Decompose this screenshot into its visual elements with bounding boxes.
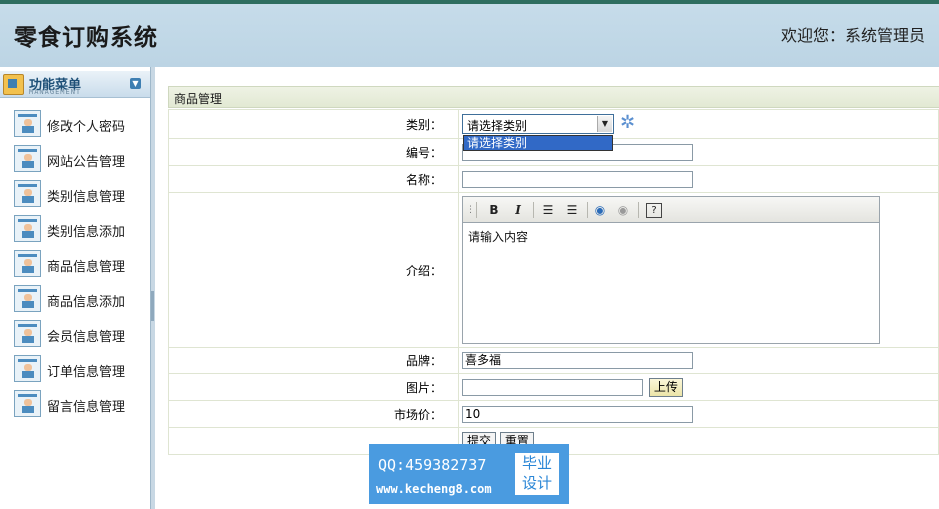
brand-label: 品牌： <box>168 347 459 374</box>
sidebar: 功能菜单 MANAGEMENT ▼ 修改个人密码 网站公告管理 类别信息管理 类… <box>0 67 150 509</box>
sidebar-item-change-password[interactable]: 修改个人密码 <box>14 110 144 140</box>
user-icon <box>14 390 41 417</box>
form-row-price: 市场价： 10 <box>168 400 939 428</box>
watermark-badge-line2: 设计 <box>521 474 552 492</box>
form-row-brand: 品牌： 喜多福 <box>168 347 939 374</box>
menu-header[interactable]: 功能菜单 MANAGEMENT ▼ <box>0 71 150 98</box>
price-input[interactable]: 10 <box>462 405 693 423</box>
watermark-badge: 毕业 设计 <box>515 453 559 495</box>
editor-toolbar: ⋮ B I ☰ ☰ ◉ ◉ ? <box>463 197 879 223</box>
menu-folder-icon <box>3 74 24 95</box>
form-row-name: 名称： <box>168 165 939 193</box>
category-dropdown-list: 请选择类别 <box>463 135 613 151</box>
sidebar-item-order-manage[interactable]: 订单信息管理 <box>14 355 144 385</box>
watermark-qq: QQ:459382737 <box>378 456 487 474</box>
brand-input[interactable]: 喜多福 <box>462 352 693 369</box>
sidebar-item-product-add[interactable]: 商品信息添加 <box>14 285 144 315</box>
app-header: 零食订购系统 欢迎您：系统管理员 <box>0 4 939 67</box>
toolbar-separator <box>533 202 534 218</box>
user-icon <box>14 215 41 242</box>
user-icon <box>14 145 41 172</box>
name-input[interactable] <box>462 170 693 188</box>
sidebar-splitter[interactable] <box>150 67 155 509</box>
user-icon <box>14 110 41 137</box>
sidebar-item-label[interactable]: 网站公告管理 <box>47 151 125 170</box>
sidebar-item-label[interactable]: 订单信息管理 <box>47 361 125 380</box>
sidebar-item-label[interactable]: 商品信息管理 <box>47 256 125 275</box>
name-label: 名称： <box>168 165 459 193</box>
sidebar-item-label[interactable]: 类别信息添加 <box>47 221 125 240</box>
user-icon <box>14 285 41 312</box>
loading-spinner-icon: ✲ <box>620 112 636 133</box>
collapse-chevron-icon[interactable]: ▼ <box>130 78 141 89</box>
splitter-grip-handle[interactable] <box>151 291 154 321</box>
category-select[interactable]: 请选择类别 ▼ <box>462 114 614 134</box>
sidebar-item-label[interactable]: 会员信息管理 <box>47 326 125 345</box>
sidebar-item-category-manage[interactable]: 类别信息管理 <box>14 180 144 210</box>
category-option[interactable]: 请选择类别 <box>464 136 612 150</box>
user-icon <box>14 320 41 347</box>
code-label: 编号： <box>168 138 459 166</box>
panel-title: 商品管理 <box>174 92 223 106</box>
app-title: 零食订购系统 <box>14 24 158 51</box>
insert-link-icon[interactable]: ◉ <box>592 202 608 218</box>
sidebar-item-category-add[interactable]: 类别信息添加 <box>14 215 144 245</box>
editor-content[interactable]: 请输入内容 <box>468 228 528 245</box>
user-icon <box>14 355 41 382</box>
toolbar-grip-icon: ⋮ <box>466 205 475 215</box>
sidebar-item-product-manage[interactable]: 商品信息管理 <box>14 250 144 280</box>
intro-label: 介绍： <box>168 192 459 348</box>
remove-link-icon[interactable]: ◉ <box>615 202 631 218</box>
toolbar-separator <box>476 202 477 218</box>
sidebar-item-announcements[interactable]: 网站公告管理 <box>14 145 144 175</box>
sidebar-item-label[interactable]: 类别信息管理 <box>47 186 125 205</box>
watermark-banner: QQ:459382737 www.kecheng8.com 毕业 设计 <box>369 444 569 504</box>
sidebar-item-message-manage[interactable]: 留言信息管理 <box>14 390 144 420</box>
menu-subtitle: MANAGEMENT <box>29 88 82 96</box>
category-select-value: 请选择类别 <box>467 119 528 133</box>
toolbar-separator <box>638 202 639 218</box>
panel-header: 商品管理 <box>168 86 939 108</box>
sidebar-item-label[interactable]: 修改个人密码 <box>47 116 125 135</box>
user-icon <box>14 250 41 277</box>
unordered-list-icon[interactable]: ☰ <box>564 202 580 218</box>
welcome-text: 欢迎您：系统管理员 <box>780 26 925 45</box>
sidebar-item-member-manage[interactable]: 会员信息管理 <box>14 320 144 350</box>
ordered-list-icon[interactable]: ☰ <box>540 202 556 218</box>
sidebar-item-label[interactable]: 留言信息管理 <box>47 396 125 415</box>
toolbar-separator <box>587 202 588 218</box>
italic-button[interactable]: I <box>511 202 525 218</box>
watermark-badge-line1: 毕业 <box>521 454 552 472</box>
upload-button[interactable]: 上传 <box>648 377 683 397</box>
sidebar-item-label[interactable]: 商品信息添加 <box>47 291 125 310</box>
user-icon <box>14 180 41 207</box>
chevron-down-icon[interactable]: ▼ <box>597 116 612 132</box>
bold-button[interactable]: B <box>487 202 501 218</box>
rich-text-editor[interactable]: ⋮ B I ☰ ☰ ◉ ◉ ? 请输入内容 <box>462 196 880 344</box>
product-form: 类别： 请选择类别 ▼ 编号： 名称： 介绍： ⋮ B I ☰ ☰ ◉ ◉ ? … <box>168 109 939 455</box>
form-row-intro: 介绍： ⋮ B I ☰ ☰ ◉ ◉ ? 请输入内容 <box>168 192 939 348</box>
price-label: 市场价： <box>168 400 459 428</box>
image-label: 图片： <box>168 373 459 401</box>
category-label: 类别： <box>168 109 459 139</box>
image-input[interactable] <box>462 378 643 396</box>
form-row-image: 图片： 上传 <box>168 373 939 401</box>
help-button[interactable]: ? <box>646 203 662 218</box>
watermark-site: www.kecheng8.com <box>376 482 492 496</box>
